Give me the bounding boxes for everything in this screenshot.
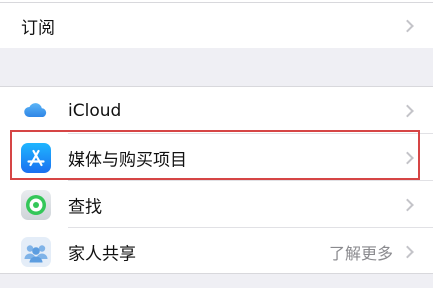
- icloud-icon: [21, 95, 51, 126]
- find-my-icon: [21, 189, 51, 220]
- subscriptions-group: 订阅: [0, 0, 433, 48]
- find-my-row[interactable]: 查找: [0, 181, 433, 228]
- settings-screen: 订阅 iCloud 媒体与购买项目 查找 家人共享 了解更多: [0, 0, 433, 288]
- chevron-right-icon: [401, 19, 414, 32]
- subscriptions-label: 订阅: [21, 18, 55, 38]
- family-sharing-label: 家人共享: [68, 244, 136, 264]
- chevron-right-icon: [401, 198, 414, 211]
- chevron-right-icon: [401, 245, 414, 258]
- chevron-right-icon: [401, 104, 414, 117]
- icloud-label: iCloud: [68, 100, 122, 121]
- chevron-right-icon: [401, 151, 414, 164]
- apple-services-group: iCloud 媒体与购买项目 查找 家人共享 了解更多: [0, 86, 433, 274]
- icloud-row[interactable]: iCloud: [0, 87, 433, 134]
- media-purchases-label: 媒体与购买项目: [68, 150, 187, 170]
- app-store-icon: [21, 142, 51, 173]
- media-purchases-row[interactable]: 媒体与购买项目: [0, 134, 433, 181]
- find-my-label: 查找: [68, 197, 102, 217]
- family-sharing-row[interactable]: 家人共享 了解更多: [0, 228, 433, 275]
- family-sharing-icon: [21, 236, 51, 267]
- learn-more-text: 了解更多: [328, 243, 393, 263]
- subscriptions-row[interactable]: 订阅: [0, 3, 433, 48]
